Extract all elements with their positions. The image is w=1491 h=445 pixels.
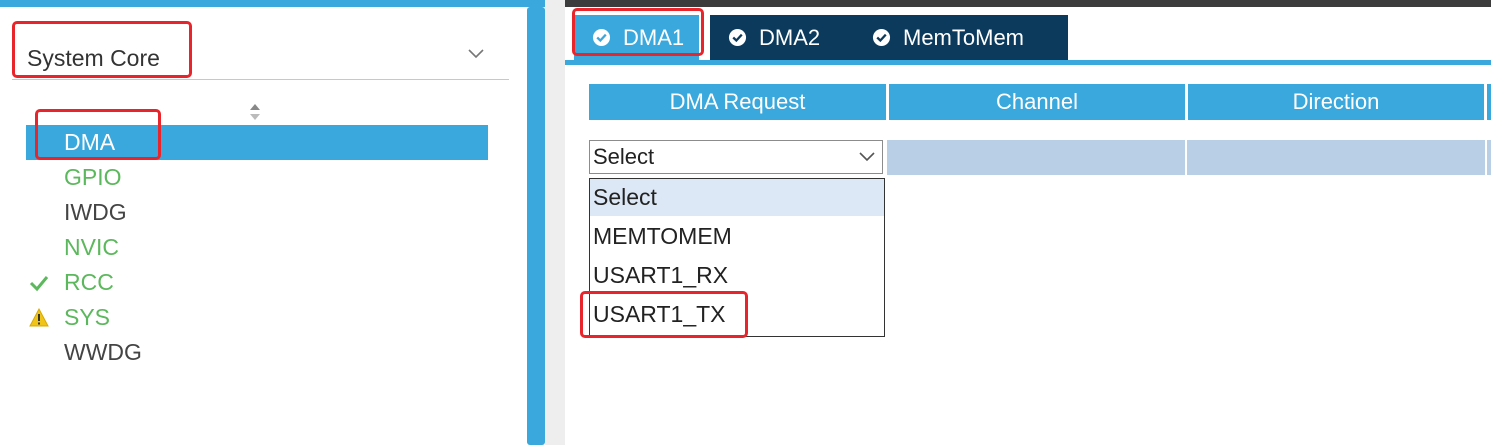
chevron-down-icon[interactable] [466,43,486,63]
column-header-partial [1487,84,1491,120]
grid-cell-direction[interactable] [1187,140,1485,175]
top-accent-bar [0,0,545,7]
peripheral-item-iwdg[interactable]: IWDG [26,195,488,230]
peripheral-item-rcc[interactable]: RCC [26,265,488,300]
peripheral-item-gpio[interactable]: GPIO [26,160,488,195]
column-header-direction[interactable]: Direction [1188,84,1484,120]
panel-splitter[interactable] [527,7,545,445]
divider [12,79,509,80]
chevron-down-icon [859,152,875,162]
check-icon [29,276,49,292]
tab-label: DMA2 [759,25,821,50]
warning-icon [29,308,49,327]
dropdown-option[interactable]: USART1_RX [590,257,884,294]
grid-cell-partial [1487,140,1491,175]
annotation-box-dma1-tab [572,8,704,56]
column-header-dma-request[interactable]: DMA Request [589,84,886,120]
grid-cell-channel[interactable] [887,140,1185,175]
tab-underline [565,60,1491,65]
sort-icon[interactable] [248,102,262,122]
annotation-box-dma [35,109,161,160]
peripheral-label: GPIO [64,164,122,190]
select-value: Select [593,144,655,169]
tab-memtomem[interactable]: MemToMem [854,15,1068,60]
peripheral-item-nvic[interactable]: NVIC [26,230,488,265]
peripheral-label: WWDG [64,339,142,365]
peripheral-item-wwdg[interactable]: WWDG [26,335,488,370]
top-dark-bar [565,0,1491,7]
dma-request-select[interactable]: Select [589,140,883,174]
peripheral-label: SYS [64,304,111,330]
dma-config-panel: DMA1 DMA2 MemToMem DMA Request Channel D… [565,7,1491,445]
splitter-gap [545,0,565,445]
peripheral-label: IWDG [64,199,127,225]
tab-label: MemToMem [903,25,1025,50]
column-header-channel[interactable]: Channel [889,84,1185,120]
peripheral-label: RCC [64,269,114,295]
dropdown-option[interactable]: MEMTOMEM [590,218,884,255]
check-circle-icon [872,28,891,47]
peripheral-label: NVIC [64,234,119,260]
tab-dma2[interactable]: DMA2 [710,15,854,60]
annotation-box-category [12,21,192,78]
dropdown-option[interactable]: Select [590,179,884,216]
annotation-box-usart1-tx [580,291,748,338]
peripheral-item-sys[interactable]: SYS [26,300,488,335]
check-circle-icon [728,28,747,47]
